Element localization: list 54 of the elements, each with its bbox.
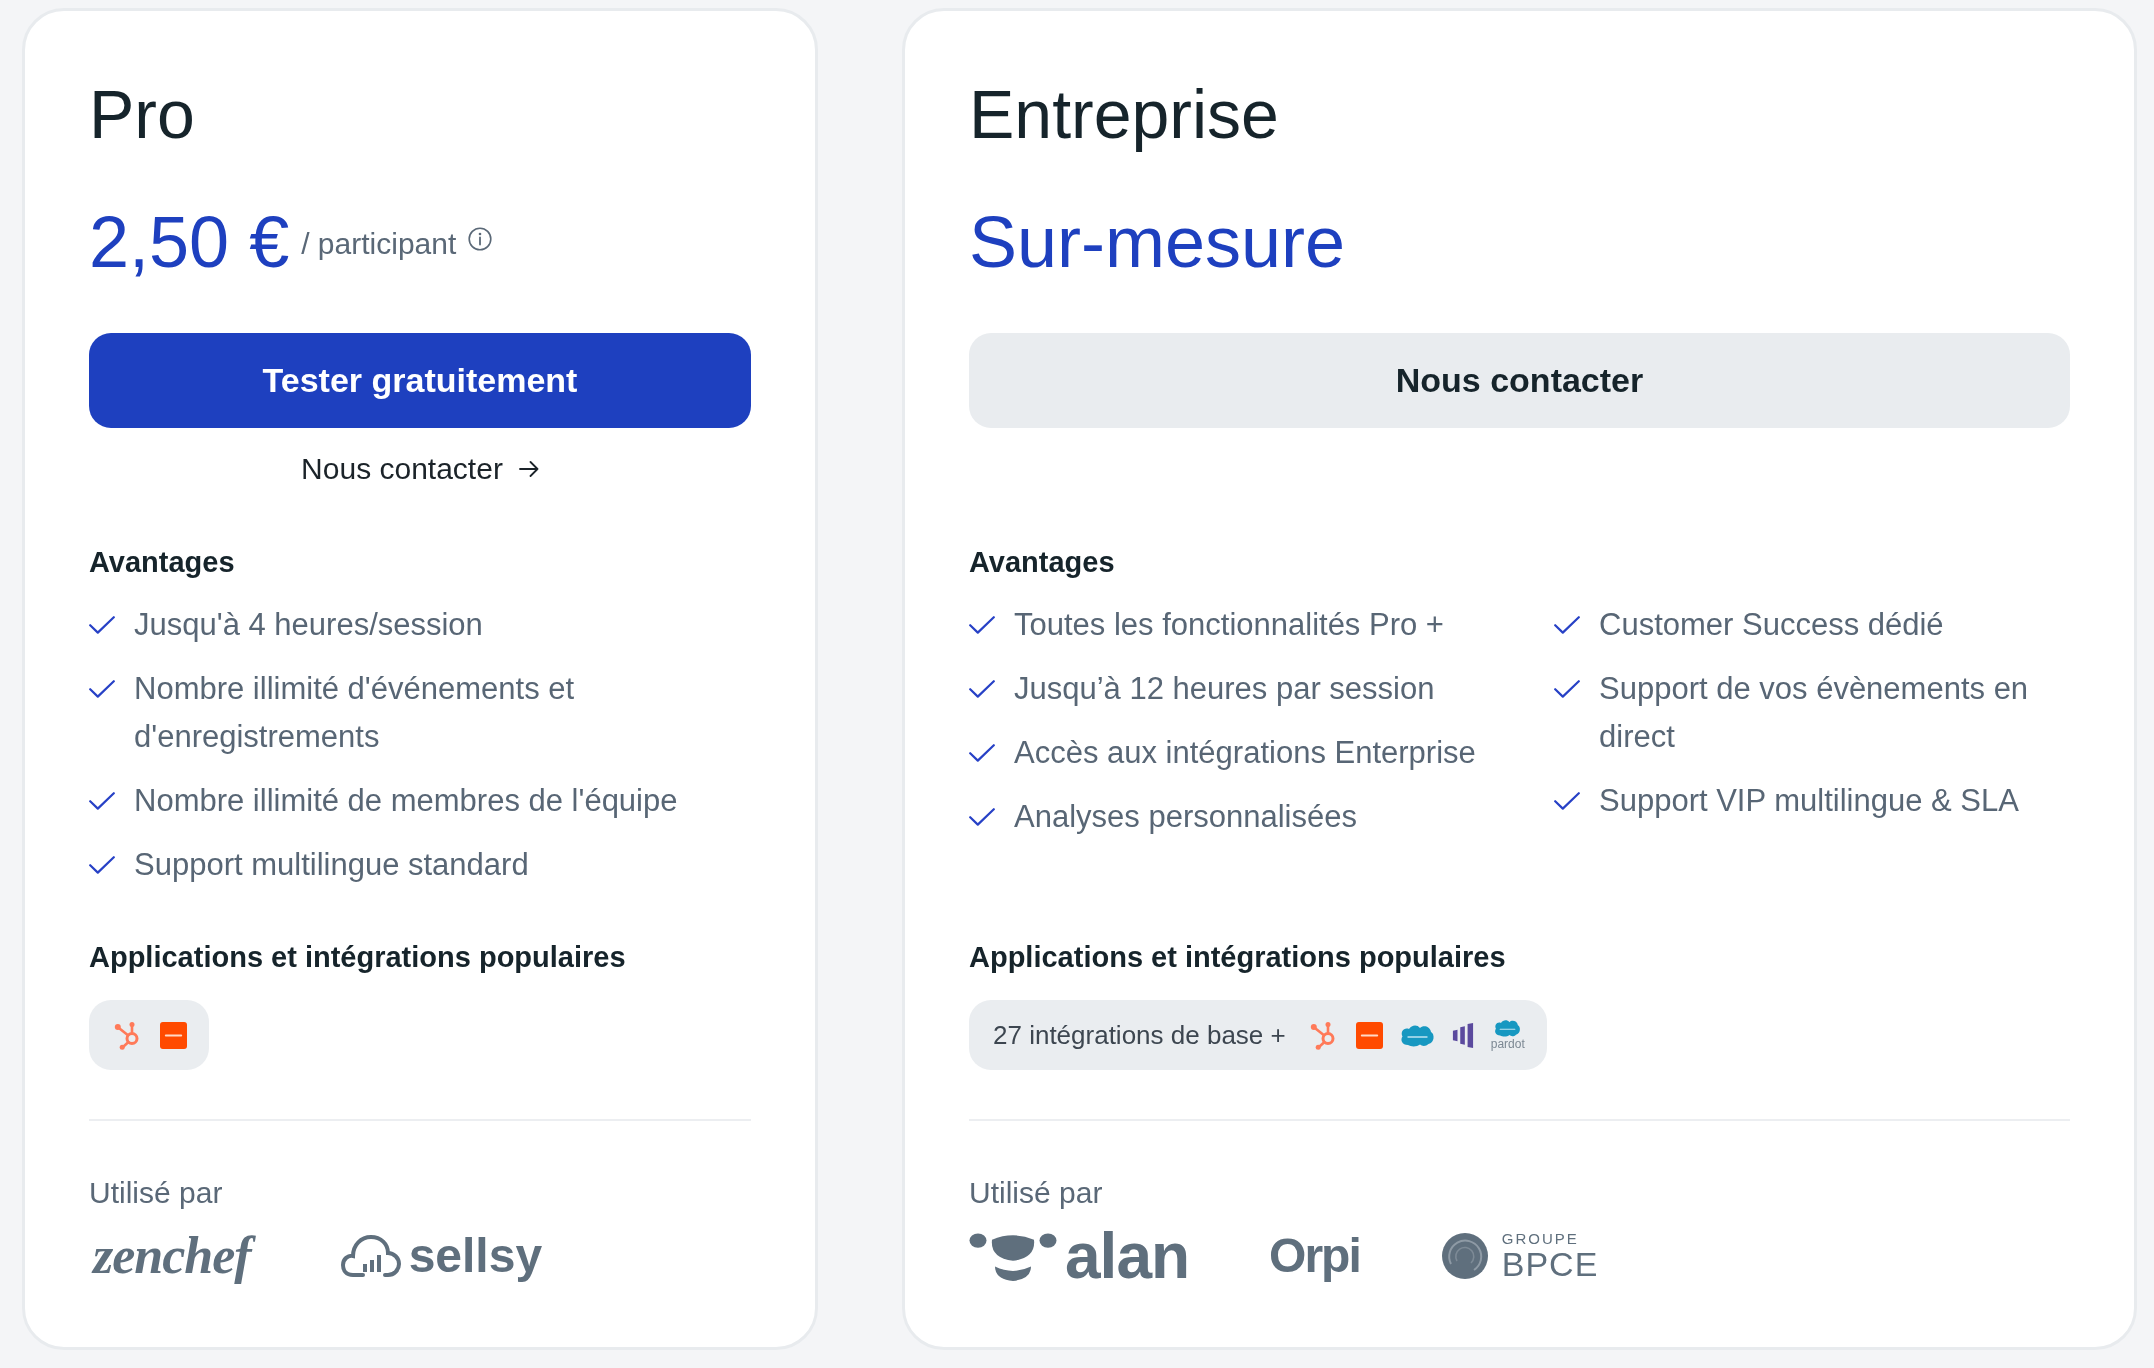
icon-caption: pardot	[1490, 1038, 1525, 1051]
logo-wordmark: BPCE	[1501, 1247, 1599, 1281]
price-unit: / participant	[301, 226, 457, 262]
plan-title: Pro	[89, 75, 195, 154]
benefit-text: Support multilingue standard	[134, 846, 529, 884]
logo-tagline: GROUPE	[1501, 1231, 1579, 1247]
cloud-icon[interactable]	[1494, 1019, 1522, 1037]
arrow-icon	[518, 461, 539, 477]
check-icon	[89, 792, 115, 810]
integrations-count: 27 intégrations de base +	[993, 1019, 1286, 1051]
tile-icon[interactable]	[160, 1021, 187, 1049]
plan-title: Entreprise	[969, 75, 1279, 154]
logo-wordmark: zenchef	[89, 1226, 261, 1286]
section-heading: Applications et intégrations populaires	[89, 940, 626, 975]
cloud-chart-icon	[340, 1234, 401, 1278]
section-heading: Avantages	[89, 545, 235, 580]
benefit-text: Jusqu'à 4 heures/session	[134, 606, 483, 644]
used-by-label: Utilisé par	[89, 1175, 223, 1211]
check-icon	[969, 616, 995, 634]
benefit-text: Jusqu’à 12 heures par session	[1014, 670, 1435, 708]
contact-button[interactable]: Nous contacter	[969, 333, 2070, 428]
used-by-label: Utilisé par	[969, 1175, 1103, 1211]
face-icon	[969, 1231, 1057, 1281]
check-icon	[89, 680, 115, 698]
check-icon	[89, 616, 115, 634]
check-icon	[1554, 792, 1580, 810]
section-heading: Avantages	[969, 545, 1115, 580]
bars-icon[interactable]	[1451, 1022, 1474, 1048]
contact-link[interactable]: Nous contacter	[301, 449, 539, 489]
start-trial-button[interactable]: Tester gratuitement	[89, 333, 751, 428]
benefit-text: Nombre illimité de membres de l'équipe	[134, 782, 678, 820]
logo-wordmark: alan	[1065, 1224, 1190, 1288]
benefit-text: Support VIP multilingue & SLA	[1599, 782, 2019, 820]
benefit-text: Accès aux intégrations Enterprise	[1014, 734, 1476, 772]
check-icon	[1554, 680, 1580, 698]
benefit-text: Toutes les fonctionnalités Pro +	[1014, 606, 1444, 644]
check-icon	[969, 808, 995, 826]
check-icon	[969, 744, 995, 762]
price-amount: 2,50 €	[89, 201, 290, 284]
benefit-text: Nombre illimité d'événements et d'enregistrements	[134, 670, 576, 756]
disc-icon	[1441, 1233, 1488, 1279]
check-icon	[969, 680, 995, 698]
benefit-text: Customer Success dédié	[1599, 606, 1944, 644]
logo-wordmark: sellsy	[408, 1228, 543, 1284]
benefit-text: Analyses personnalisées	[1014, 798, 1357, 836]
benefit-text: Support de vos évènements en direct	[1599, 670, 2030, 756]
price-amount: Sur-mesure	[969, 201, 1346, 284]
info-icon[interactable]	[468, 227, 493, 251]
check-icon	[89, 856, 115, 874]
section-heading: Applications et intégrations populaires	[969, 940, 1506, 975]
logo-wordmark: Orpi	[1269, 1228, 1361, 1284]
cloud-icon[interactable]	[1399, 1023, 1435, 1047]
check-icon	[1554, 616, 1580, 634]
tile-icon[interactable]	[1355, 1021, 1383, 1049]
